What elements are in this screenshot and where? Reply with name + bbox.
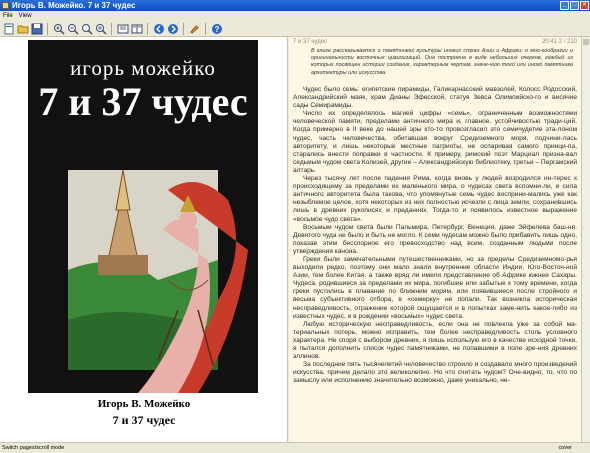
book-cover: игорь можейко 7 и 37 чудес (28, 40, 258, 393)
status-mode: cover (558, 445, 572, 451)
fit-page-icon[interactable] (94, 22, 107, 35)
caption-author: Игорь В. Можейко (97, 398, 191, 410)
search-icon[interactable] (188, 22, 201, 35)
cover-pane: игорь можейко 7 и 37 чудес Игорь В. Може… (0, 37, 288, 442)
paragraph: Восьмым чудом света были Пальмира, Петер… (293, 223, 577, 255)
zoom-reset-icon[interactable] (80, 22, 93, 35)
help-icon[interactable]: ? (210, 22, 223, 35)
vertical-scrollbar[interactable] (581, 37, 590, 442)
window-title: Игорь В. Можейко. 7 и 37 чудес (12, 1, 136, 10)
title-bar: Игорь В. Можейко. 7 и 37 чудес _ □ × (0, 0, 590, 11)
toolbar-separator (147, 22, 148, 35)
app-icon (2, 2, 9, 9)
paragraph: За последние пять тысячелетий человечест… (293, 361, 577, 385)
open-icon[interactable] (16, 22, 29, 35)
reader-header-title: 7 и 37 чудес (293, 39, 328, 45)
toolbar: ? (0, 21, 590, 37)
paragraph: Через тысячу лет после падения Рима, ког… (293, 175, 577, 223)
status-bar: Switch pages/scroll mode cover (0, 442, 590, 453)
minimize-button[interactable]: _ (560, 1, 569, 10)
menu-view[interactable]: View (19, 11, 32, 21)
new-icon[interactable] (2, 22, 15, 35)
maximize-button[interactable]: □ (570, 1, 579, 10)
paragraph: Греки были замечательными путешественник… (293, 255, 577, 320)
app-window: Игорь В. Можейко. 7 и 37 чудес _ □ × Fil… (0, 0, 590, 453)
reader-body: Чудес было семь: египетские пирамиды, Га… (293, 86, 577, 385)
single-page-icon[interactable] (116, 22, 129, 35)
toolbar-separator (183, 22, 184, 35)
zoom-in-icon[interactable] (52, 22, 65, 35)
reader-pane[interactable]: 7 и 37 чудес 20:41 2 / 210 В книге расск… (289, 37, 581, 442)
status-text: Switch pages/scroll mode (2, 445, 65, 451)
menu-bar: File View (0, 11, 590, 21)
toolbar-separator (205, 22, 206, 35)
menu-file[interactable]: File (3, 11, 13, 21)
cover-title: 7 и 37 чудес (38, 79, 248, 124)
toolbar-separator (47, 22, 48, 35)
back-icon[interactable] (152, 22, 165, 35)
svg-text:?: ? (214, 25, 219, 34)
paragraph: Число их определялось магией цифры «семь… (293, 110, 577, 174)
paragraph: Чудес было семь: египетские пирамиды, Га… (293, 86, 577, 110)
annotation: В книге рассказывается о памятниках куль… (311, 48, 573, 76)
cover-illustration (28, 130, 258, 393)
close-button[interactable]: × (580, 1, 589, 10)
scrollbar-thumb[interactable] (583, 39, 589, 45)
paragraph: Любую историческую несправедливость, есл… (293, 320, 577, 361)
toolbar-separator (111, 22, 112, 35)
reader-position: 20:41 2 / 210 (541, 39, 577, 45)
forward-icon[interactable] (166, 22, 179, 35)
reader-header: 7 и 37 чудес 20:41 2 / 210 (293, 38, 577, 47)
zoom-out-icon[interactable] (66, 22, 79, 35)
caption-title: 7 и 37 чудес (112, 413, 176, 427)
save-icon[interactable] (30, 22, 43, 35)
two-page-icon[interactable] (130, 22, 143, 35)
